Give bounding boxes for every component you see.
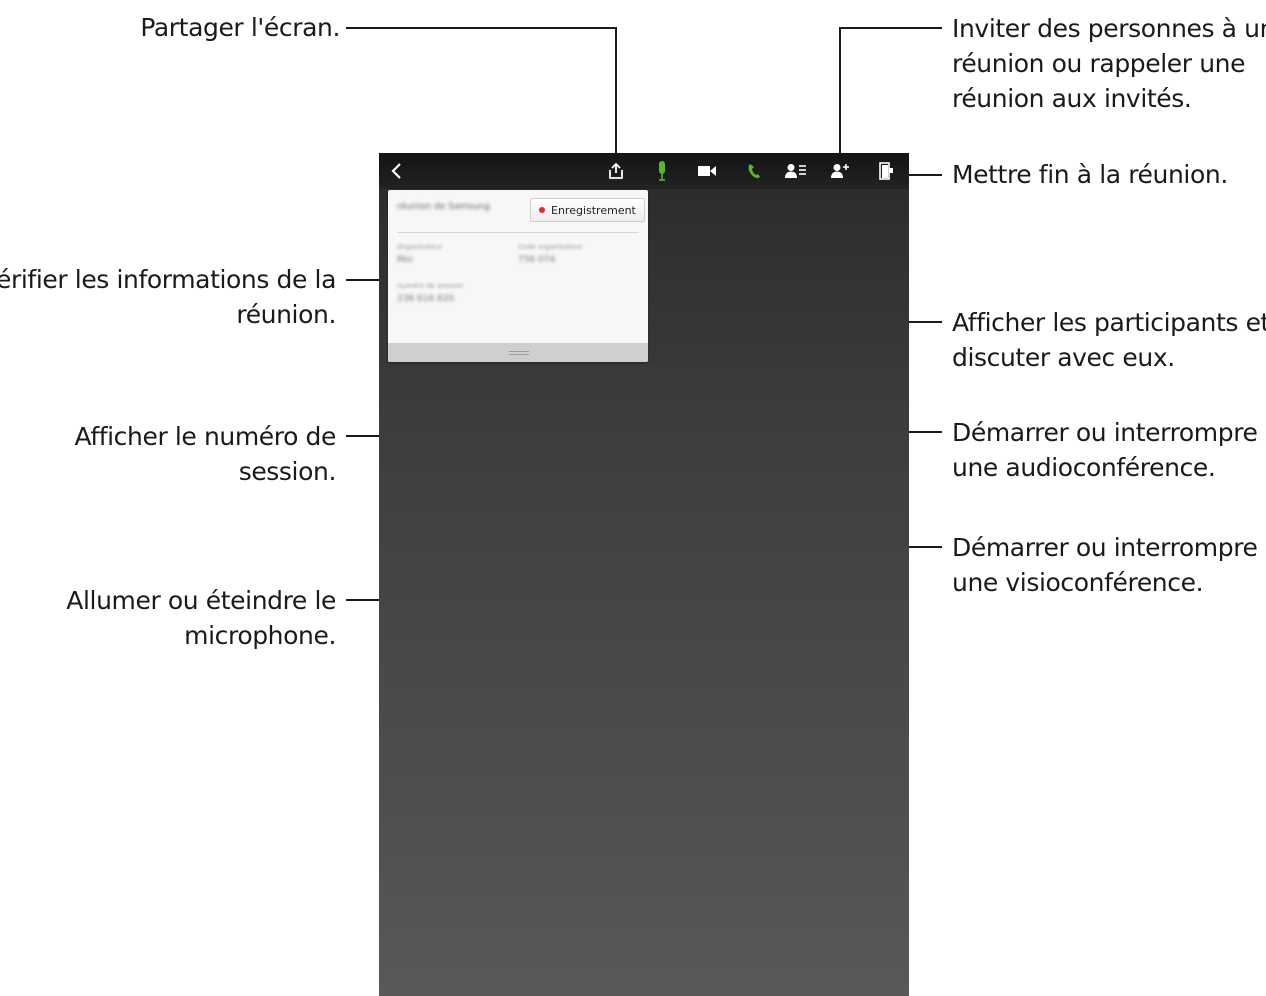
callout-audio: Démarrer ou interrompre une audioconfére… [952, 415, 1258, 485]
microphone-text-line2: microphone. [184, 621, 336, 650]
add-person-icon [831, 164, 849, 178]
video-button[interactable] [695, 159, 719, 183]
invite-text-line1: Inviter des personnes à une [952, 14, 1266, 43]
card-expand-handle[interactable] [388, 343, 648, 362]
back-icon [391, 163, 401, 179]
callout-video: Démarrer ou interrompre une visioconfére… [952, 530, 1258, 600]
participants-icon [785, 164, 806, 178]
session-text-line1: Afficher le numéro de [74, 422, 337, 451]
callout-end-meeting: Mettre fin à la réunion. [952, 157, 1228, 192]
record-label: Enregistrement [551, 203, 636, 217]
share-screen-text: Partager l'écran. [140, 13, 340, 42]
audio-call-button[interactable] [743, 159, 767, 183]
microphone-text-line1: Allumer ou éteindre le [66, 586, 336, 615]
audio-text-line1: Démarrer ou interrompre [952, 418, 1258, 447]
video-camera-icon [698, 166, 716, 176]
meeting-screen: réunion de Samsung Enregistrement Organi… [379, 153, 909, 996]
back-button[interactable] [385, 159, 409, 183]
record-button[interactable]: Enregistrement [530, 198, 645, 222]
session-text-line2: session. [238, 457, 337, 486]
meeting-info-text-line2: réunion. [236, 300, 336, 329]
organizer-label: Organisateur [397, 243, 443, 251]
invite-text-line2: réunion ou rappeler une [952, 49, 1246, 78]
callout-session: Afficher le numéro de session. [74, 419, 337, 489]
callout-microphone: Allumer ou éteindre le microphone. [66, 583, 336, 653]
session-number-label: numéro de session [397, 282, 464, 290]
callout-invite: Inviter des personnes à une réunion ou r… [952, 11, 1266, 116]
invite-button[interactable] [828, 159, 852, 183]
video-text-line2: une visioconférence. [952, 568, 1204, 597]
leader-invite [839, 27, 942, 160]
callout-share-screen: Partager l'écran. [140, 10, 340, 45]
end-meeting-button[interactable] [874, 159, 898, 183]
invite-text-line3: réunion aux invités. [952, 84, 1192, 113]
participants-text-line1: Afficher les participants et [952, 308, 1266, 337]
record-dot-icon [539, 207, 545, 213]
phone-icon [748, 164, 760, 178]
meeting-info-card: réunion de Samsung Enregistrement Organi… [388, 190, 648, 362]
session-number-value: 236 616 620 [397, 294, 455, 304]
org-code-label: Code organisateur [518, 243, 583, 251]
callout-meeting-info: Vérifier les informations de la réunion. [0, 262, 336, 332]
top-toolbar [379, 153, 909, 189]
org-code-value: 756 074 [518, 255, 556, 265]
exit-door-icon [879, 162, 893, 180]
video-text-line1: Démarrer ou interrompre [952, 533, 1258, 562]
end-meeting-text: Mettre fin à la réunion. [952, 160, 1228, 189]
card-divider [397, 232, 639, 233]
leader-share-screen [346, 27, 617, 160]
organizer-value: Moi [397, 255, 413, 265]
audio-text-line2: une audioconférence. [952, 453, 1216, 482]
participants-button[interactable] [784, 159, 808, 183]
microphone-button[interactable] [650, 159, 674, 183]
participants-text-line2: discuter avec eux. [952, 343, 1175, 372]
callout-participants: Afficher les participants et discuter av… [952, 305, 1266, 375]
microphone-icon [659, 161, 665, 181]
share-screen-icon [609, 162, 623, 179]
share-screen-button[interactable] [604, 159, 628, 183]
meeting-title: réunion de Samsung [397, 202, 490, 212]
meeting-info-text-line1: Vérifier les informations de la [0, 265, 336, 294]
drag-handle-icon [509, 351, 529, 352]
